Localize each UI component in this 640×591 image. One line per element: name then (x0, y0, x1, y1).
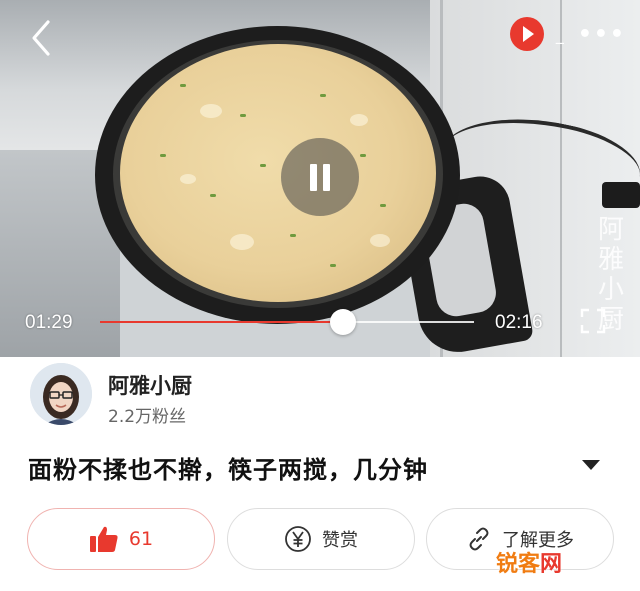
progress-track[interactable] (100, 309, 474, 335)
author-name[interactable]: 阿雅小厨 (108, 370, 192, 400)
reward-label: 赞赏 (322, 530, 358, 551)
back-arrow-icon (32, 20, 50, 56)
like-count: 61 (128, 528, 154, 550)
corner-watermark: 锐客网 (496, 546, 562, 578)
fans-count: 2.2万粉丝 (108, 407, 187, 427)
play-brand-icon[interactable] (509, 17, 544, 51)
link-icon (469, 527, 489, 551)
back-button[interactable] (22, 18, 62, 58)
avatar[interactable] (30, 363, 92, 425)
top-right-toolbar: _ ••• (509, 16, 626, 52)
fullscreen-icon (580, 308, 606, 334)
batter (120, 44, 436, 302)
corner-watermark-main: 锐客 (496, 552, 541, 577)
reward-button[interactable]: 赞赏 (227, 508, 415, 570)
progress-thumb[interactable] (330, 309, 357, 335)
total-time: 02:16 (495, 312, 543, 333)
like-button[interactable]: 61 (27, 508, 215, 570)
chevron-down-icon[interactable] (582, 460, 600, 470)
article-title: 面粉不揉也不擀，筷子两搅，几分钟 (28, 456, 428, 484)
author-photo (30, 363, 92, 425)
corner-watermark-suffix: 网 (540, 552, 563, 577)
video-player[interactable]: _ ••• 阿雅小厨 01:29 02:16 (0, 0, 640, 357)
current-time: 01:29 (25, 312, 73, 333)
fullscreen-button[interactable] (580, 308, 606, 334)
pause-button[interactable] (281, 138, 359, 216)
brand-separator: _ (555, 24, 566, 44)
progress-fill (100, 321, 344, 323)
yen-coin-icon (285, 526, 311, 552)
thumbs-up-icon (89, 526, 118, 552)
more-dots-icon[interactable]: ••• (578, 22, 626, 47)
